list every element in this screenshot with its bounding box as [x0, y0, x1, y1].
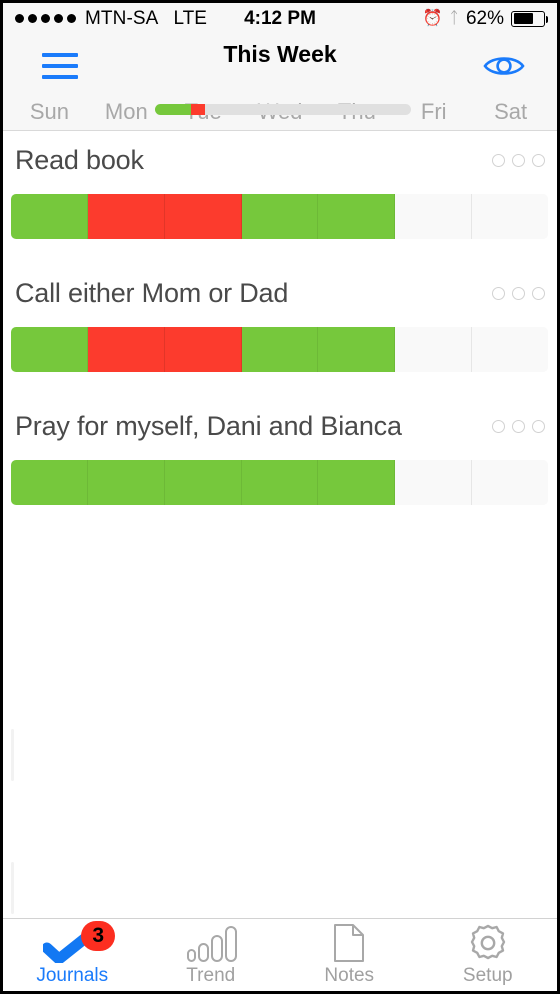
tab-label: Journals — [36, 965, 109, 986]
gear-icon — [468, 923, 508, 963]
tab-label: Trend — [186, 965, 236, 986]
tab-label: Setup — [462, 965, 513, 986]
habit-header: Pray for myself, Dani and Bianca — [3, 397, 557, 455]
tab-journals[interactable]: 3 Journals — [3, 919, 142, 991]
habit-row[interactable]: Call either Mom or Dad — [3, 264, 557, 397]
habit-header: Read book — [3, 131, 557, 189]
battery-icon — [511, 10, 548, 27]
tab-label: Notes — [324, 965, 375, 986]
app-window: MTN-SA LTE 4:12 PM ⏰ ᛏ 62% This Week Sun… — [0, 0, 560, 994]
habit-day-cell-sat[interactable] — [472, 460, 548, 505]
habit-title: Read book — [15, 144, 144, 175]
progress-done-segment — [155, 104, 191, 115]
habit-day-cell-fri[interactable] — [395, 460, 473, 505]
bottom-tab-bar[interactable]: 3 Journals Trend Notes Setup — [3, 918, 557, 991]
alarm-icon: ⏰ — [422, 9, 443, 27]
page-title: This Week — [223, 41, 337, 67]
tab-badge-count: 3 — [81, 921, 116, 951]
tab-notes[interactable]: Notes — [280, 919, 419, 991]
habit-day-cell-fri[interactable] — [395, 194, 473, 239]
progress-missed-segment — [190, 104, 205, 115]
habit-day-cell-wed[interactable] — [241, 194, 319, 239]
battery-percent: 62% — [465, 7, 504, 29]
checkmark-icon: 3 — [43, 921, 116, 963]
habit-week-bar[interactable] — [11, 194, 548, 239]
habit-week-bar[interactable] — [11, 327, 548, 372]
bar-chart-icon — [185, 923, 237, 963]
habit-day-cell-mon[interactable] — [87, 194, 165, 239]
tab-trend[interactable]: Trend — [142, 919, 281, 991]
navigation-bar: This Week — [3, 34, 557, 115]
habit-day-cell-thu[interactable] — [318, 327, 396, 372]
habit-day-cell-sun[interactable] — [11, 194, 88, 239]
partial-row-sliver — [11, 862, 14, 914]
tab-setup[interactable]: Setup — [419, 919, 558, 991]
habit-title: Pray for myself, Dani and Bianca — [15, 410, 402, 441]
network-type: LTE — [173, 7, 207, 29]
week-progress-bar — [155, 104, 411, 115]
status-bar: MTN-SA LTE 4:12 PM ⏰ ᛏ 62% — [3, 3, 557, 34]
signal-strength-icon — [15, 14, 76, 23]
progress-track — [155, 104, 411, 115]
habit-day-cell-fri[interactable] — [395, 327, 473, 372]
more-options-icon[interactable] — [492, 153, 545, 167]
habit-day-cell-tue[interactable] — [164, 327, 242, 372]
habit-title: Call either Mom or Dad — [15, 277, 289, 308]
weekday-label-mon: Mon — [104, 99, 148, 124]
status-bar-left: MTN-SA LTE — [15, 8, 207, 30]
habit-day-cell-sun[interactable] — [11, 327, 88, 372]
eye-icon-svg — [483, 57, 525, 75]
habit-day-cell-sun[interactable] — [11, 460, 88, 505]
partial-row-sliver — [11, 729, 14, 781]
habit-list[interactable]: Read book Call either Mom or Dad Pray for … — [3, 131, 557, 954]
carrier-name: MTN-SA — [85, 7, 159, 29]
habit-day-cell-tue[interactable] — [164, 194, 242, 239]
more-options-icon[interactable] — [492, 419, 545, 433]
habit-header: Call either Mom or Dad — [3, 264, 557, 322]
habit-day-cell-sat[interactable] — [472, 194, 548, 239]
bluetooth-icon: ᛏ — [449, 9, 459, 27]
habit-row[interactable]: Read book — [3, 131, 557, 264]
habit-day-cell-thu[interactable] — [318, 460, 396, 505]
weekday-label-sat: Sat — [494, 99, 528, 124]
habit-week-bar[interactable] — [11, 460, 548, 505]
habit-day-cell-mon[interactable] — [87, 327, 165, 372]
weekday-label-sun: Sun — [29, 99, 69, 124]
more-options-icon[interactable] — [492, 286, 545, 300]
habit-row[interactable]: Pray for myself, Dani and Bianca — [3, 397, 557, 530]
habit-day-cell-sat[interactable] — [472, 327, 548, 372]
habit-day-cell-wed[interactable] — [241, 327, 319, 372]
page-icon — [332, 923, 366, 963]
habit-day-cell-wed[interactable] — [241, 460, 319, 505]
habit-day-cell-thu[interactable] — [318, 194, 396, 239]
habit-day-cell-tue[interactable] — [164, 460, 242, 505]
eye-icon[interactable] — [481, 50, 527, 82]
habit-day-cell-mon[interactable] — [87, 460, 165, 505]
status-bar-right: ⏰ ᛏ 62% — [422, 7, 548, 30]
